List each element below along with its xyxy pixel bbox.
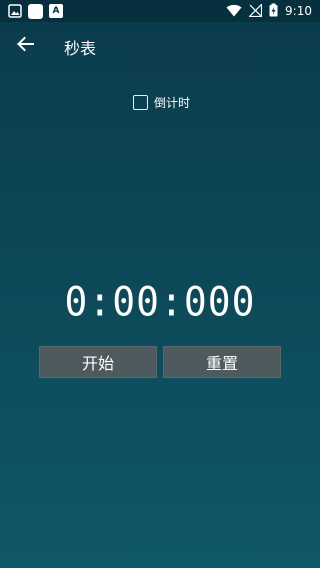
app-icon — [28, 3, 43, 19]
signal-off-icon — [248, 2, 263, 21]
start-button[interactable]: 开始 — [39, 346, 157, 378]
countdown-checkbox[interactable] — [133, 95, 148, 110]
toolbar: 秒表 — [0, 22, 320, 70]
page-title: 秒表 — [64, 39, 97, 58]
status-time: 9:10 — [285, 4, 312, 18]
reset-button[interactable]: 重置 — [163, 346, 281, 378]
stopwatch-display: 0:00:000 — [64, 278, 256, 326]
countdown-toggle[interactable]: 倒计时 — [133, 94, 190, 111]
back-button[interactable] — [12, 34, 38, 58]
a-icon: A — [49, 4, 63, 18]
image-icon — [8, 4, 22, 18]
arrow-back-icon — [16, 36, 34, 56]
status-bar: A 9:10 — [0, 0, 320, 22]
countdown-label: 倒计时 — [154, 96, 191, 110]
battery-charging-icon — [269, 2, 278, 21]
wifi-icon — [226, 2, 242, 21]
